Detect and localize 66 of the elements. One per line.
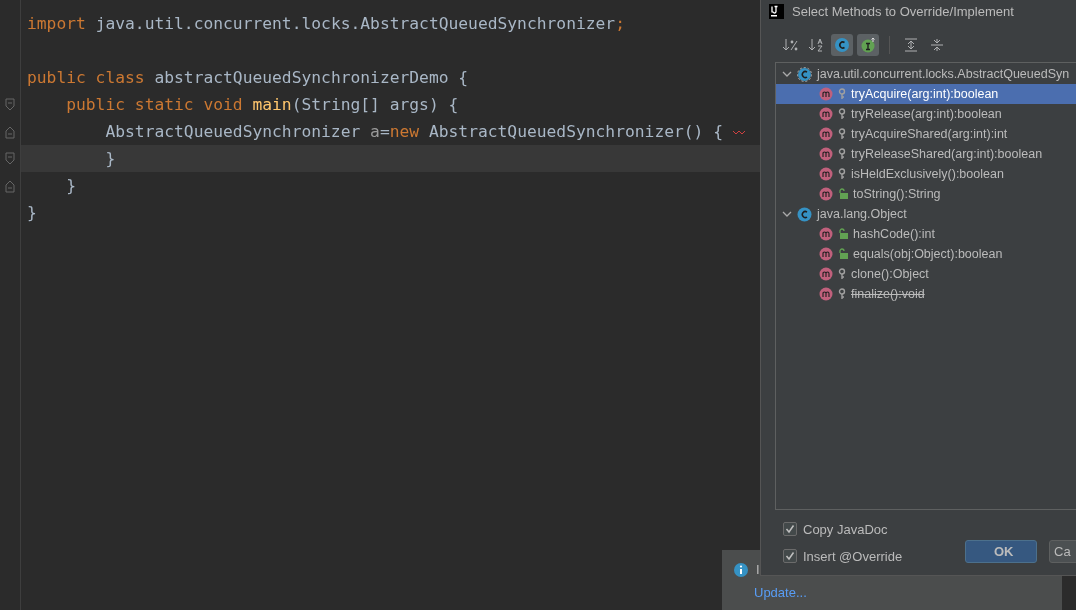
show-classes-button[interactable] [831, 34, 853, 56]
method-row[interactable]: tryAcquireShared(arg:int):int [776, 124, 1076, 144]
checkbox-label: Copy JavaDoc [803, 521, 888, 537]
method-icon [819, 87, 833, 101]
update-link[interactable]: Update... [734, 585, 1062, 600]
chevron-icon[interactable] [782, 69, 792, 79]
cancel-button[interactable]: Ca [1049, 540, 1076, 563]
checkbox[interactable] [783, 522, 797, 536]
key-icon [838, 128, 846, 140]
abstract-class-icon [797, 66, 812, 82]
unlocked-icon [838, 188, 848, 200]
method-icon [819, 287, 833, 301]
key-icon [838, 288, 846, 300]
key-icon [838, 88, 846, 100]
method-icon [819, 127, 833, 141]
code-line: } [104, 149, 116, 168]
key-icon [838, 268, 846, 280]
code-line: import java.util.concurrent.locks.AbstractQueuedSynchronizer; [26, 14, 625, 33]
method-row[interactable]: hashCode():int [776, 224, 1076, 244]
collapse-all-icon [930, 38, 944, 52]
sort-alpha-icon [808, 38, 824, 52]
ok-button[interactable]: OK [965, 540, 1037, 563]
info-icon [734, 562, 748, 577]
key-icon [838, 168, 846, 180]
class-name[interactable]: java.util.concurrent.locks.AbstractQueuedSyn [817, 67, 1070, 81]
method-row[interactable]: toString():String [776, 184, 1076, 204]
expand-all-icon [904, 38, 918, 52]
app-logo-icon [769, 3, 784, 19]
fold-icon[interactable] [5, 178, 15, 193]
method-icon [819, 107, 833, 121]
method-row[interactable]: isHeldExclusively():boolean [776, 164, 1076, 184]
show-interfaces-button[interactable] [857, 34, 879, 56]
method-row[interactable]: tryRelease(arg:int):boolean [776, 104, 1076, 124]
method-icon [819, 147, 833, 161]
unlocked-icon [838, 228, 848, 240]
method-row[interactable]: tryReleaseShared(arg:int):boolean [776, 144, 1076, 164]
method-row[interactable]: tryAcquire(arg:int):boolean [776, 84, 1076, 104]
code-line: public class abstractQueuedSynchronizerDemo { [26, 68, 469, 87]
fold-icon[interactable] [5, 124, 15, 139]
checkbox[interactable] [783, 549, 797, 563]
code-line: } [26, 203, 37, 222]
method-row[interactable]: equals(obj:Object):boolean [776, 244, 1076, 264]
method-row[interactable]: clone():Object [776, 264, 1076, 284]
class-name[interactable]: java.lang.Object [817, 207, 907, 221]
fold-icon[interactable] [5, 97, 15, 112]
key-icon [838, 108, 846, 120]
code-line: } [65, 176, 76, 195]
code-line: AbstractQueuedSynchronizer a=new AbstractQueuedSynchronizer() { [104, 122, 723, 141]
method-icon [819, 167, 833, 181]
method-icon [819, 247, 833, 261]
method-row[interactable]: finalize():void [776, 284, 1076, 304]
fold-icon[interactable] [5, 151, 15, 166]
key-icon [838, 148, 846, 160]
method-icon [819, 267, 833, 281]
interface-icon [860, 37, 876, 53]
checkbox-label: Insert @Override [803, 548, 903, 564]
dialog-title: Select Methods to Override/Implement [792, 3, 1014, 19]
unlocked-icon [838, 248, 848, 260]
method-icon [819, 187, 833, 201]
method-icon [819, 227, 833, 241]
notification-title: I [756, 562, 760, 577]
code-line: public static void main(String[] args) { [65, 95, 459, 114]
class-icon [834, 37, 850, 53]
chevron-icon[interactable] [782, 209, 792, 219]
sort-icon [782, 38, 798, 52]
class-icon [797, 206, 812, 222]
